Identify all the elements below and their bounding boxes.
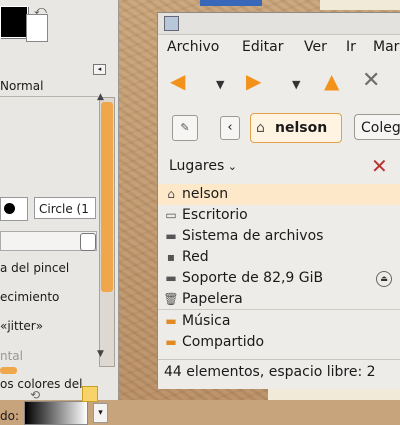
gradient-label: do:	[0, 409, 20, 423]
scrollbar-thumb[interactable]	[101, 102, 113, 292]
menu-marcadores[interactable]: Mar	[373, 39, 399, 55]
trash-icon: 🗑	[163, 292, 179, 306]
up-arrow-icon[interactable]: ▲	[324, 69, 339, 93]
options-scrollbar[interactable]	[99, 97, 115, 367]
option-brush-dynamics[interactable]: a del pincel	[0, 261, 69, 275]
gradient-selector[interactable]	[24, 401, 88, 425]
place-label: Soporte de 82,9 GiB	[182, 270, 324, 286]
path-scroll-left-icon[interactable]: ‹	[220, 116, 240, 140]
file-manager-window: Archivo Editar Ver Ir Mar ◀ ▼ ▶ ▼ ▲ ✕ ✎ …	[157, 12, 400, 389]
forward-arrow-icon[interactable]: ▶	[246, 69, 261, 93]
place-label: Red	[182, 249, 209, 265]
folder-icon: ▬	[165, 335, 177, 349]
menu-ir[interactable]: Ir	[346, 39, 356, 55]
drive-icon: ▬	[165, 271, 177, 285]
horizontal-scroll-thumb[interactable]	[0, 367, 17, 374]
stop-icon[interactable]: ✕	[362, 69, 380, 93]
menu-archivo[interactable]: Archivo	[167, 39, 219, 55]
place-item-filesystem[interactable]: ▬ Sistema de archivos	[158, 226, 400, 247]
option-incremental[interactable]: ntal	[0, 349, 23, 363]
color-area: ⤺	[0, 0, 118, 44]
eject-icon[interactable]: ⏏	[376, 271, 392, 287]
brush-name-field[interactable]: Circle (1	[34, 197, 96, 219]
sidebar-header: Lugares ⌄ ✕	[158, 153, 400, 179]
back-arrow-icon[interactable]: ◀	[170, 69, 185, 93]
sidebar-selector[interactable]: Lugares ⌄	[169, 158, 237, 174]
back-history-chevron-down-icon[interactable]: ▼	[216, 73, 224, 97]
swap-colors-icon[interactable]: ⤺	[34, 3, 47, 18]
place-label: Papelera	[182, 291, 243, 307]
brush-shape-icon	[4, 203, 15, 214]
option-jitter[interactable]: «jitter»	[0, 319, 43, 333]
desktop-icon: ▭	[165, 208, 177, 222]
mode-value[interactable]: Normal	[0, 79, 43, 93]
forward-history-chevron-down-icon[interactable]: ▼	[292, 73, 300, 97]
place-label: nelson	[182, 186, 229, 202]
home-icon: ⌂	[167, 187, 175, 201]
drive-icon: ▬	[165, 229, 177, 243]
place-item-music[interactable]: ▬ Música	[158, 311, 400, 332]
mode-divider	[0, 96, 98, 97]
chevron-down-icon: ⌄	[224, 160, 237, 173]
panel-menu-icon[interactable]: ◂	[93, 64, 106, 75]
place-item-home[interactable]: ⌂ nelson	[158, 184, 400, 205]
desktop-note-top	[320, 0, 400, 10]
path-button-next[interactable]: Coleg	[354, 114, 400, 140]
menu-ver[interactable]: Ver	[304, 39, 327, 55]
gimp-toolbox: ⤺ ◂ Normal Circle (1 a del pincel ecimie…	[0, 0, 119, 425]
path-button-current[interactable]: ⌂ nelson	[250, 113, 342, 143]
window-app-icon[interactable]	[164, 16, 179, 31]
scroll-down-icon[interactable]: ▼	[97, 349, 104, 359]
place-item-desktop[interactable]: ▭ Escritorio	[158, 205, 400, 226]
location-toggle-icon[interactable]: ✎	[172, 115, 198, 141]
statusbar: 44 elementos, espacio libre: 2	[158, 359, 400, 386]
scroll-up-icon[interactable]: ▲	[97, 92, 104, 102]
titlebar[interactable]	[158, 13, 400, 35]
gradient-reverse-icon[interactable]: ▾	[93, 403, 108, 423]
places-divider	[158, 309, 400, 310]
place-item-shared[interactable]: ▬ Compartido	[158, 332, 400, 353]
menu-editar[interactable]: Editar	[242, 39, 283, 55]
place-label: Música	[182, 313, 231, 329]
size-slider[interactable]	[0, 231, 97, 251]
place-item-network[interactable]: ▪ Red	[158, 247, 400, 268]
place-label: Sistema de archivos	[182, 228, 324, 244]
network-icon: ▪	[166, 250, 176, 264]
status-text: 44 elementos, espacio libre: 2	[164, 364, 376, 380]
place-item-volume[interactable]: ▬ Soporte de 82,9 GiB ⏏	[158, 268, 400, 289]
home-icon: ⌂	[256, 120, 265, 136]
option-use-colors[interactable]: os colores del	[0, 377, 82, 391]
toolbar: ◀ ▼ ▶ ▼ ▲ ✕	[158, 61, 400, 101]
place-item-trash[interactable]: 🗑 Papelera	[158, 289, 400, 310]
sidebar-selector-label: Lugares	[169, 158, 225, 174]
menubar: Archivo Editar Ver Ir Mar	[158, 35, 400, 59]
path-button-label: nelson	[275, 120, 328, 136]
brush-preview[interactable]	[0, 197, 28, 221]
desktop-blue-tab	[200, 0, 262, 6]
foreground-color-swatch[interactable]	[0, 6, 28, 38]
place-label: Compartido	[182, 334, 265, 350]
close-sidebar-icon[interactable]: ✕	[371, 154, 388, 178]
background-color-swatch[interactable]	[26, 14, 48, 42]
folder-icon: ▬	[165, 314, 177, 328]
size-slider-handle[interactable]	[80, 233, 96, 251]
place-label: Escritorio	[182, 207, 248, 223]
pathbar: ✎ ‹ ⌂ nelson Coleg	[158, 109, 400, 145]
option-fade[interactable]: ecimiento	[0, 290, 59, 304]
